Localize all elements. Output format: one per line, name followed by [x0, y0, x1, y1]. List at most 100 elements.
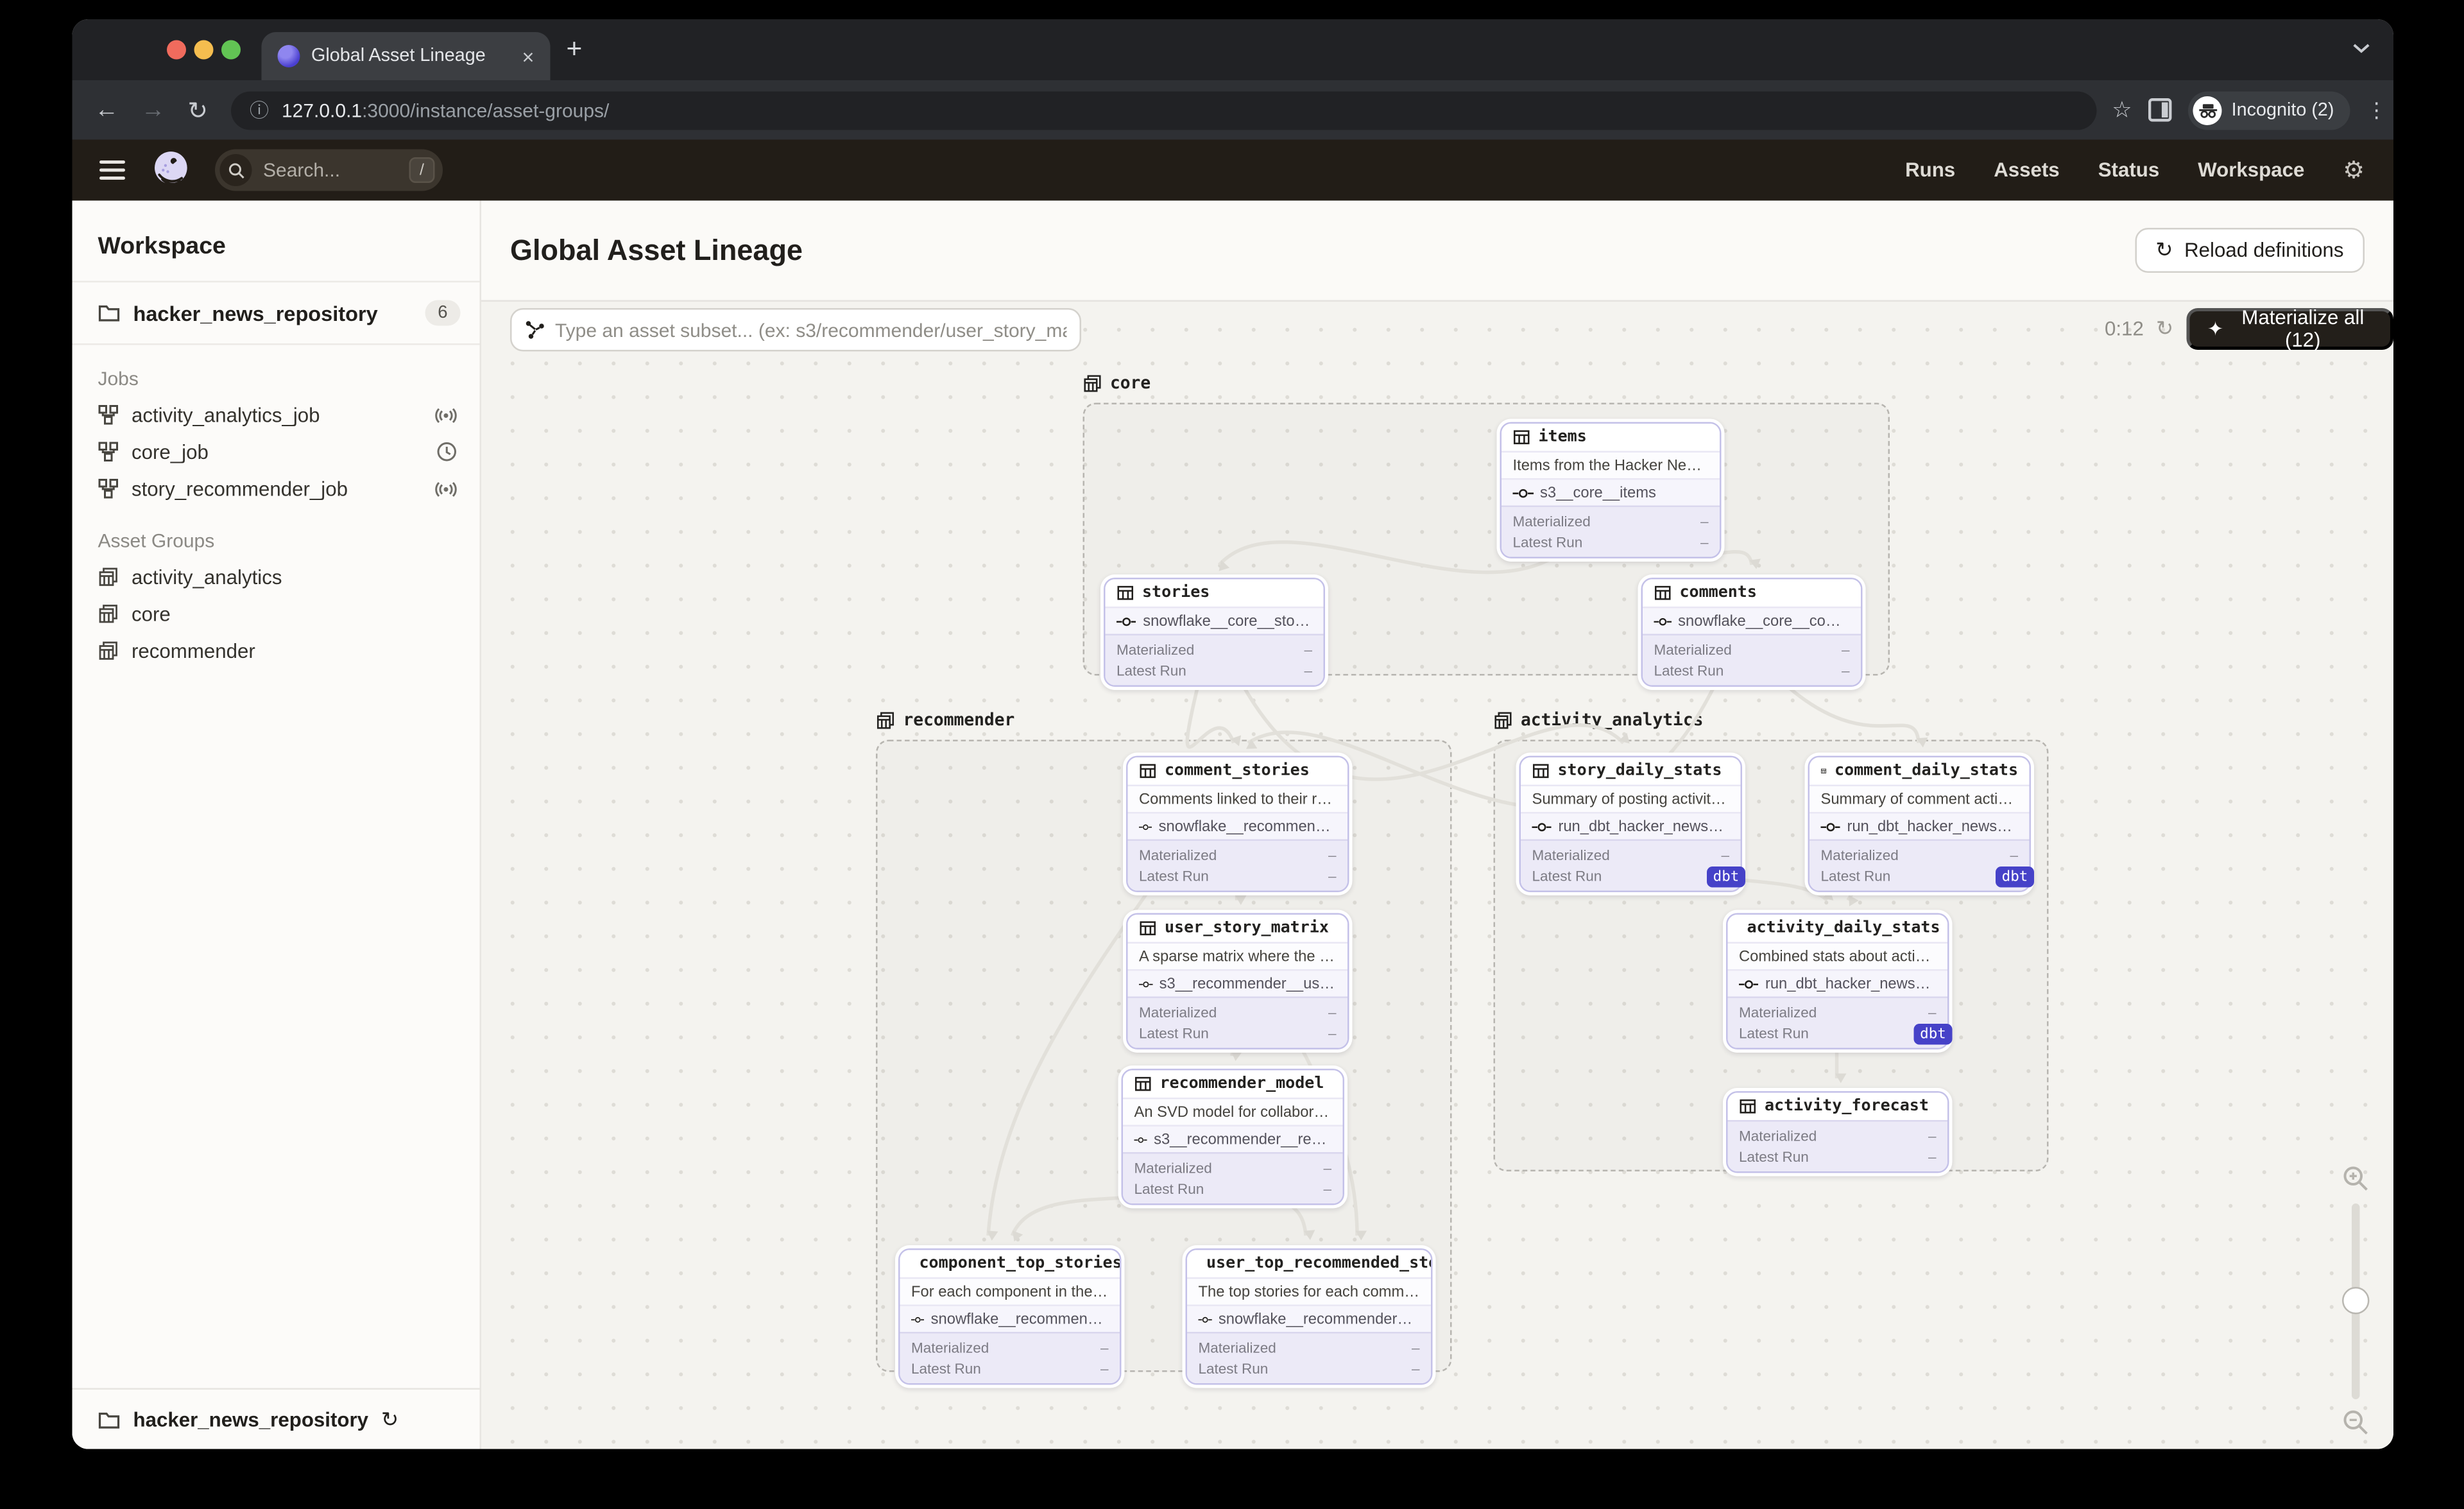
sidebar-item-recommender-group[interactable]: recommender	[73, 632, 480, 669]
op-icon	[1821, 821, 1841, 832]
asset-description: Items from the Hacker News API: each is …	[1502, 451, 1720, 478]
tab-close-icon[interactable]: ×	[522, 46, 535, 67]
zoom-out-icon[interactable]	[2342, 1409, 2370, 1436]
new-tab-button[interactable]: +	[567, 34, 583, 66]
url-host: 127.0.0.1	[281, 98, 363, 121]
dagster-favicon	[277, 45, 300, 67]
nav-assets[interactable]: Assets	[1994, 159, 2060, 182]
asset-node-stories[interactable]: stories snowflake__core__stories Materia…	[1100, 574, 1328, 690]
incognito-icon	[2193, 95, 2222, 125]
bookmark-star-icon[interactable]: ☆	[2112, 96, 2132, 124]
asset-name: stories	[1142, 584, 1210, 602]
asset-stats: Materialized– Latest Run–	[900, 1332, 1120, 1383]
asset-node-activity-forecast[interactable]: activity_forecast Materialized – Latest R…	[1723, 1088, 1953, 1177]
browser-window: Global Asset Lineage × + ← → ↻ ⓘ 127.0.0…	[72, 19, 2393, 1449]
close-window-button[interactable]	[167, 40, 186, 60]
nav-workspace[interactable]: Workspace	[2198, 159, 2304, 182]
op-name: snowflake__recommender__comment_...	[1158, 817, 1337, 836]
url-bar[interactable]: ⓘ 127.0.0.1:3000/instance/asset-groups/	[230, 91, 2096, 130]
job-icon	[98, 404, 119, 426]
browser-menu-icon[interactable]: ⋮	[2366, 97, 2388, 123]
asset-subset-filter[interactable]	[510, 308, 1081, 352]
asset-name: comment_stories	[1165, 762, 1310, 780]
asset-stats: Materialized– Latest Run–	[1727, 1120, 1947, 1171]
materialize-all-button[interactable]: ✦ Materialize all (12)	[2186, 307, 2393, 352]
sidebar-item-activity-analytics-group[interactable]: activity_analytics	[73, 558, 480, 596]
search-input[interactable]	[263, 159, 391, 182]
asset-description: A sparse matrix where the rows are users…	[1127, 942, 1348, 969]
op-icon	[1654, 616, 1672, 627]
op-icon	[1134, 1134, 1148, 1145]
asset-description: Comments linked to their root stories.	[1127, 784, 1348, 812]
sidebar-item-activity-analytics-job[interactable]: activity_analytics_job	[73, 397, 480, 434]
incognito-badge[interactable]: Incognito (2)	[2188, 91, 2350, 130]
browser-tab[interactable]: Global Asset Lineage ×	[261, 32, 551, 80]
nav-runs[interactable]: Runs	[1905, 159, 1955, 182]
sensor-icon	[435, 407, 458, 423]
op-name: s3__recommender__recommender_mo...	[1154, 1130, 1331, 1148]
sidebar-item-core-job[interactable]: core_job	[73, 433, 480, 470]
settings-gear-icon[interactable]: ⚙	[2343, 156, 2365, 185]
repo-reload-icon[interactable]: ↻	[381, 1406, 398, 1432]
dbt-badge: dbt	[1913, 1024, 1953, 1045]
incognito-label: Incognito (2)	[2231, 100, 2334, 120]
search-icon	[219, 154, 252, 186]
back-icon[interactable]: ←	[95, 96, 119, 124]
table-icon	[1134, 1075, 1152, 1093]
sidebar-footer-repo[interactable]: hacker_news_repository ↻	[72, 1388, 480, 1449]
op-icon	[1139, 821, 1152, 832]
table-icon	[1139, 920, 1157, 938]
asset-subset-input[interactable]	[555, 318, 1067, 341]
refresh-timer: 0:12	[2105, 318, 2144, 340]
folder-icon	[98, 304, 121, 323]
asset-node-items[interactable]: items Items from the Hacker News API: ea…	[1496, 418, 1725, 562]
table-icon	[1654, 584, 1672, 602]
sidebar-item-story-recommender-job[interactable]: story_recommender_job	[73, 470, 480, 508]
asset-description: The top stories for each commenter (user…	[1187, 1277, 1431, 1305]
asset-node-comment-stories[interactable]: comment_stories Comments linked to their…	[1123, 752, 1353, 895]
sidebar-item-core-group[interactable]: core	[73, 596, 480, 633]
nav-status[interactable]: Status	[2098, 159, 2160, 182]
graph-refresh-icon[interactable]: ↻	[2156, 316, 2173, 342]
schedule-clock-icon	[436, 442, 458, 463]
site-info-icon[interactable]: ⓘ	[250, 96, 269, 124]
reload-definitions-button[interactable]: ↻ Reload definitions	[2134, 228, 2365, 273]
reload-icon[interactable]: ↻	[188, 96, 208, 125]
asset-stats: Materialized– Latest Run–	[1105, 634, 1324, 686]
op-name: snowflake__core__comments	[1678, 612, 1850, 630]
minimize-window-button[interactable]	[194, 40, 214, 60]
asset-group-icon	[98, 603, 119, 625]
zoom-slider-knob[interactable]	[2342, 1287, 2370, 1315]
page-header: Global Asset Lineage ↻ Reload definition…	[481, 200, 2393, 302]
fullscreen-window-button[interactable]	[221, 40, 241, 60]
asset-stats: Materialized– Latest Run–	[1127, 839, 1348, 891]
zoom-in-icon[interactable]	[2342, 1165, 2370, 1193]
browser-toolbar: ← → ↻ ⓘ 127.0.0.1:3000/instance/asset-gr…	[72, 80, 2393, 140]
repo-name: hacker_news_repository	[133, 300, 378, 325]
asset-node-user-story-matrix[interactable]: user_story_matrix A sparse matrix where …	[1123, 910, 1353, 1053]
asset-groups-section-label: Asset Groups	[98, 530, 215, 552]
sidebar-repo-row[interactable]: hacker_news_repository 6	[72, 282, 480, 345]
chevron-down-icon[interactable]	[2352, 42, 2371, 55]
global-search[interactable]: /	[215, 149, 443, 191]
hamburger-menu-icon[interactable]	[99, 160, 125, 180]
op-name: s3__core__items	[1540, 483, 1656, 502]
sensor-icon	[435, 481, 458, 497]
side-panel-icon[interactable]	[2148, 98, 2173, 123]
asset-graph-canvas[interactable]: 0:12 ↻ ✦ Materialize all (12) core	[481, 302, 2393, 1449]
sidebar-title: Workspace	[72, 201, 480, 282]
asset-stats: Materialized– Latest Run–	[1502, 505, 1720, 557]
op-icon	[1139, 978, 1153, 990]
table-icon	[1821, 763, 1827, 780]
dbt-badge: dbt	[1996, 867, 2034, 888]
asset-description: Combined stats about activity on each da…	[1727, 942, 1947, 969]
asset-node-user-top-recommended-stories[interactable]: user_top_recommended_stories The top sto…	[1182, 1245, 1436, 1388]
tab-title: Global Asset Lineage	[311, 46, 486, 66]
forward-icon[interactable]: →	[141, 96, 166, 124]
dag-icon	[525, 320, 546, 341]
op-name: run_dbt_hacker_news_dbt	[1558, 817, 1729, 836]
asset-name: user_top_recommended_stories	[1206, 1255, 1431, 1273]
asset-node-recommender-model[interactable]: recommender_model An SVD model for colla…	[1118, 1065, 1348, 1209]
asset-node-component-top-stories[interactable]: component_top_stories For each component…	[895, 1245, 1125, 1388]
asset-node-comments[interactable]: comments snowflake__core__comments Mater…	[1638, 574, 1866, 690]
